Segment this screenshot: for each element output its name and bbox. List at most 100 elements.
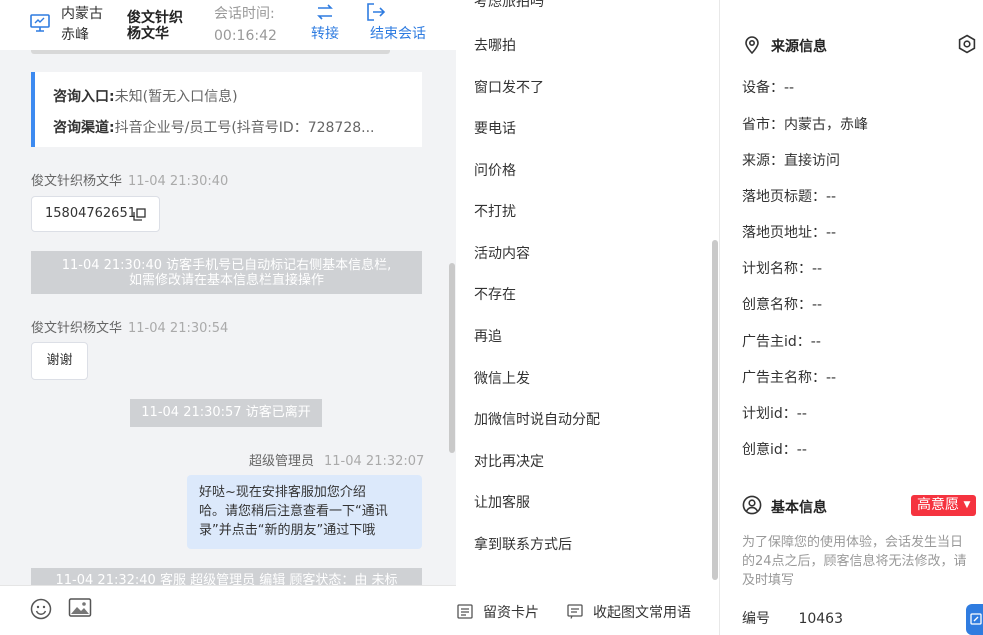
transfer-icon (305, 3, 345, 21)
settings-icon[interactable] (957, 34, 977, 58)
system-notice-text: 11-04 21:30:57 访客已离开 (141, 405, 311, 420)
consult-channel-label: 咨询渠道: (53, 120, 115, 136)
customer-info-panel: 来源信息 设备：-- 省市：内蒙古，赤峰 来源：直接访问 落地页标题：-- 落地… (720, 0, 983, 635)
chat-input-toolbar (0, 585, 456, 635)
session-time: 00:16:42 (214, 28, 277, 44)
field-source: 来源：直接访问 (742, 153, 840, 169)
agent-name: 俊文针织 杨文华 (127, 10, 183, 42)
consult-entry-label: 咨询入口: (53, 89, 115, 105)
caret-down-icon: ▼ (963, 500, 971, 510)
source-info-title: 来源信息 (771, 39, 827, 55)
card-icon (457, 604, 473, 623)
image-icon[interactable] (68, 597, 92, 623)
basic-info-title: 基本信息 (771, 500, 827, 516)
consult-info-card: 咨询入口:未知(暂无入口信息) 咨询渠道:抖音企业号/员工号(抖音号ID：728… (31, 72, 422, 147)
emoji-icon[interactable] (30, 598, 52, 624)
sender-name: 俊文针织杨文华 (31, 174, 123, 189)
chat-header: 内蒙古 赤峰 俊文针织 杨文华 会话时间: 00:16:42 转接 结束会话 (0, 0, 456, 54)
consult-channel-value: 抖音企业号/员工号(抖音号ID：728728... (114, 120, 375, 136)
field-plan-id: 计划id：-- (742, 406, 807, 422)
sender-name: 超级管理员 (249, 454, 315, 469)
message-time: 11-04 21:30:40 (128, 174, 229, 189)
phrase-item[interactable]: 不存在 (474, 284, 516, 304)
logout-icon (366, 3, 430, 21)
field-advertiser-name: 广告主名称：-- (742, 370, 837, 386)
phrase-item[interactable]: 微信上发 (474, 368, 530, 388)
message-text: 谢谢 (46, 353, 73, 368)
lead-card-label: 留资卡片 (483, 605, 539, 621)
transfer-button[interactable]: 转接 (305, 3, 345, 43)
system-notice-line2: 如需修改请在基本信息栏直接操作 (128, 273, 324, 288)
visitor-location: 内蒙古 赤峰 (61, 4, 103, 46)
message-sender: 俊文针织杨文华 11-04 21:30:40 (31, 170, 228, 189)
phrase-item[interactable]: 活动内容 (474, 243, 530, 263)
collapse-phrases-label: 收起图文常用语 (593, 605, 691, 621)
session-label: 会话时间: (214, 6, 275, 22)
field-customer-number: 编号 10463 (742, 608, 843, 628)
phrase-item[interactable]: 加微信时说自动分配 (474, 409, 600, 429)
agent-name-line1: 俊文针织 (127, 10, 183, 26)
chat-scrollbar[interactable] (449, 263, 455, 453)
phrase-item[interactable]: 窗口发不了 (474, 77, 544, 97)
edit-icon (970, 613, 982, 629)
phrase-item[interactable]: 问价格 (474, 160, 516, 180)
message-line: 好哒~现在安排客服加您介绍 (199, 485, 366, 500)
number-value: 10463 (798, 611, 843, 627)
message-time: 11-04 21:30:54 (128, 321, 229, 336)
field-landing-url: 落地页地址：-- (742, 225, 837, 241)
side-float-button[interactable] (966, 604, 983, 635)
end-session-button[interactable]: 结束会话 (366, 3, 430, 43)
phrase-item[interactable]: 要电话 (474, 118, 516, 138)
intent-level-label: 高意愿 (917, 497, 959, 513)
phrase-item[interactable]: 对比再决定 (474, 451, 544, 471)
agent-name-line2: 杨文华 (127, 26, 169, 42)
chat-panel: 内蒙古 赤峰 俊文针织 杨文华 会话时间: 00:16:42 转接 结束会话 咨… (0, 0, 456, 635)
system-notice-phone-marked: 11-04 21:30:40 访客手机号已自动标记右侧基本信息栏, 如需修改请在… (31, 251, 422, 294)
message-line: 录”并点击“新的朋友”通过下哦 (199, 523, 376, 538)
consult-entry: 咨询入口:未知(暂无入口信息) (53, 86, 238, 106)
phrase-item[interactable]: 让加客服 (474, 492, 530, 512)
message-sender: 俊文针织杨文华 11-04 21:30:54 (31, 317, 228, 336)
message-bubble: 谢谢 (31, 342, 88, 380)
location-pin-icon (744, 36, 760, 58)
field-landing-title: 落地页标题：-- (742, 189, 837, 205)
intent-level-dropdown[interactable]: 高意愿 ▼ (911, 495, 977, 516)
message-line: 哈。请您稍后注意查看一下“通讯 (199, 504, 388, 519)
my-message-bubble: 好哒~现在安排客服加您介绍 哈。请您稍后注意查看一下“通讯 录”并点击“新的朋友… (187, 475, 422, 549)
user-icon (742, 495, 762, 519)
monitor-icon (30, 14, 50, 36)
message-time: 11-04 21:32:07 (324, 454, 425, 469)
transfer-label: 转接 (311, 26, 339, 42)
quick-phrases-panel: 考虑旅拍吗 去哪拍 窗口发不了 要电话 问价格 不打扰 活动内容 不存在 再追 … (456, 0, 720, 635)
field-province-city: 省市：内蒙古，赤峰 (742, 117, 868, 133)
phrases-scrollbar[interactable] (712, 240, 718, 580)
session-timer: 会话时间: 00:16:42 (214, 3, 277, 47)
message-sender: 超级管理员 11-04 21:32:07 (249, 450, 424, 469)
system-notice-visitor-left: 11-04 21:30:57 访客已离开 (130, 399, 322, 427)
field-advertiser-id: 广告主id：-- (742, 334, 821, 350)
end-session-label: 结束会话 (370, 26, 426, 42)
phrase-item[interactable]: 考虑旅拍吗 (474, 0, 544, 11)
phone-number-text: 15804762651 (45, 206, 136, 221)
phrase-item[interactable]: 再追 (474, 326, 502, 346)
number-label: 编号 (742, 611, 770, 627)
consult-entry-value: 未知(暂无入口信息) (114, 89, 238, 105)
phrase-item[interactable]: 不打扰 (474, 201, 516, 221)
phrases-footer: 留资卡片 收起图文常用语 (456, 590, 719, 635)
location-province: 内蒙古 (61, 6, 103, 22)
sender-name: 俊文针织杨文华 (31, 321, 123, 336)
header-divider (31, 50, 390, 54)
message-bubble-phone: 15804762651 (31, 196, 160, 232)
message-icon (567, 604, 583, 623)
field-plan-name: 计划名称：-- (742, 261, 823, 277)
phrase-item[interactable]: 拿到联系方式后 (474, 534, 572, 554)
copy-icon[interactable] (133, 208, 146, 225)
edit-deadline-tip: 为了保障您的使用体验，会话发生当日的24点之后，顾客信息将无法修改，请及时填写 (742, 535, 967, 588)
field-device: 设备：-- (742, 80, 795, 96)
location-city: 赤峰 (61, 27, 89, 43)
phrase-item[interactable]: 去哪拍 (474, 35, 516, 55)
field-creative-name: 创意名称：-- (742, 297, 823, 313)
field-creative-id: 创意id：-- (742, 442, 807, 458)
consult-channel: 咨询渠道:抖音企业号/员工号(抖音号ID：728728... (53, 117, 375, 137)
system-notice-line1: 11-04 21:30:40 访客手机号已自动标记右侧基本信息栏, (61, 258, 392, 273)
